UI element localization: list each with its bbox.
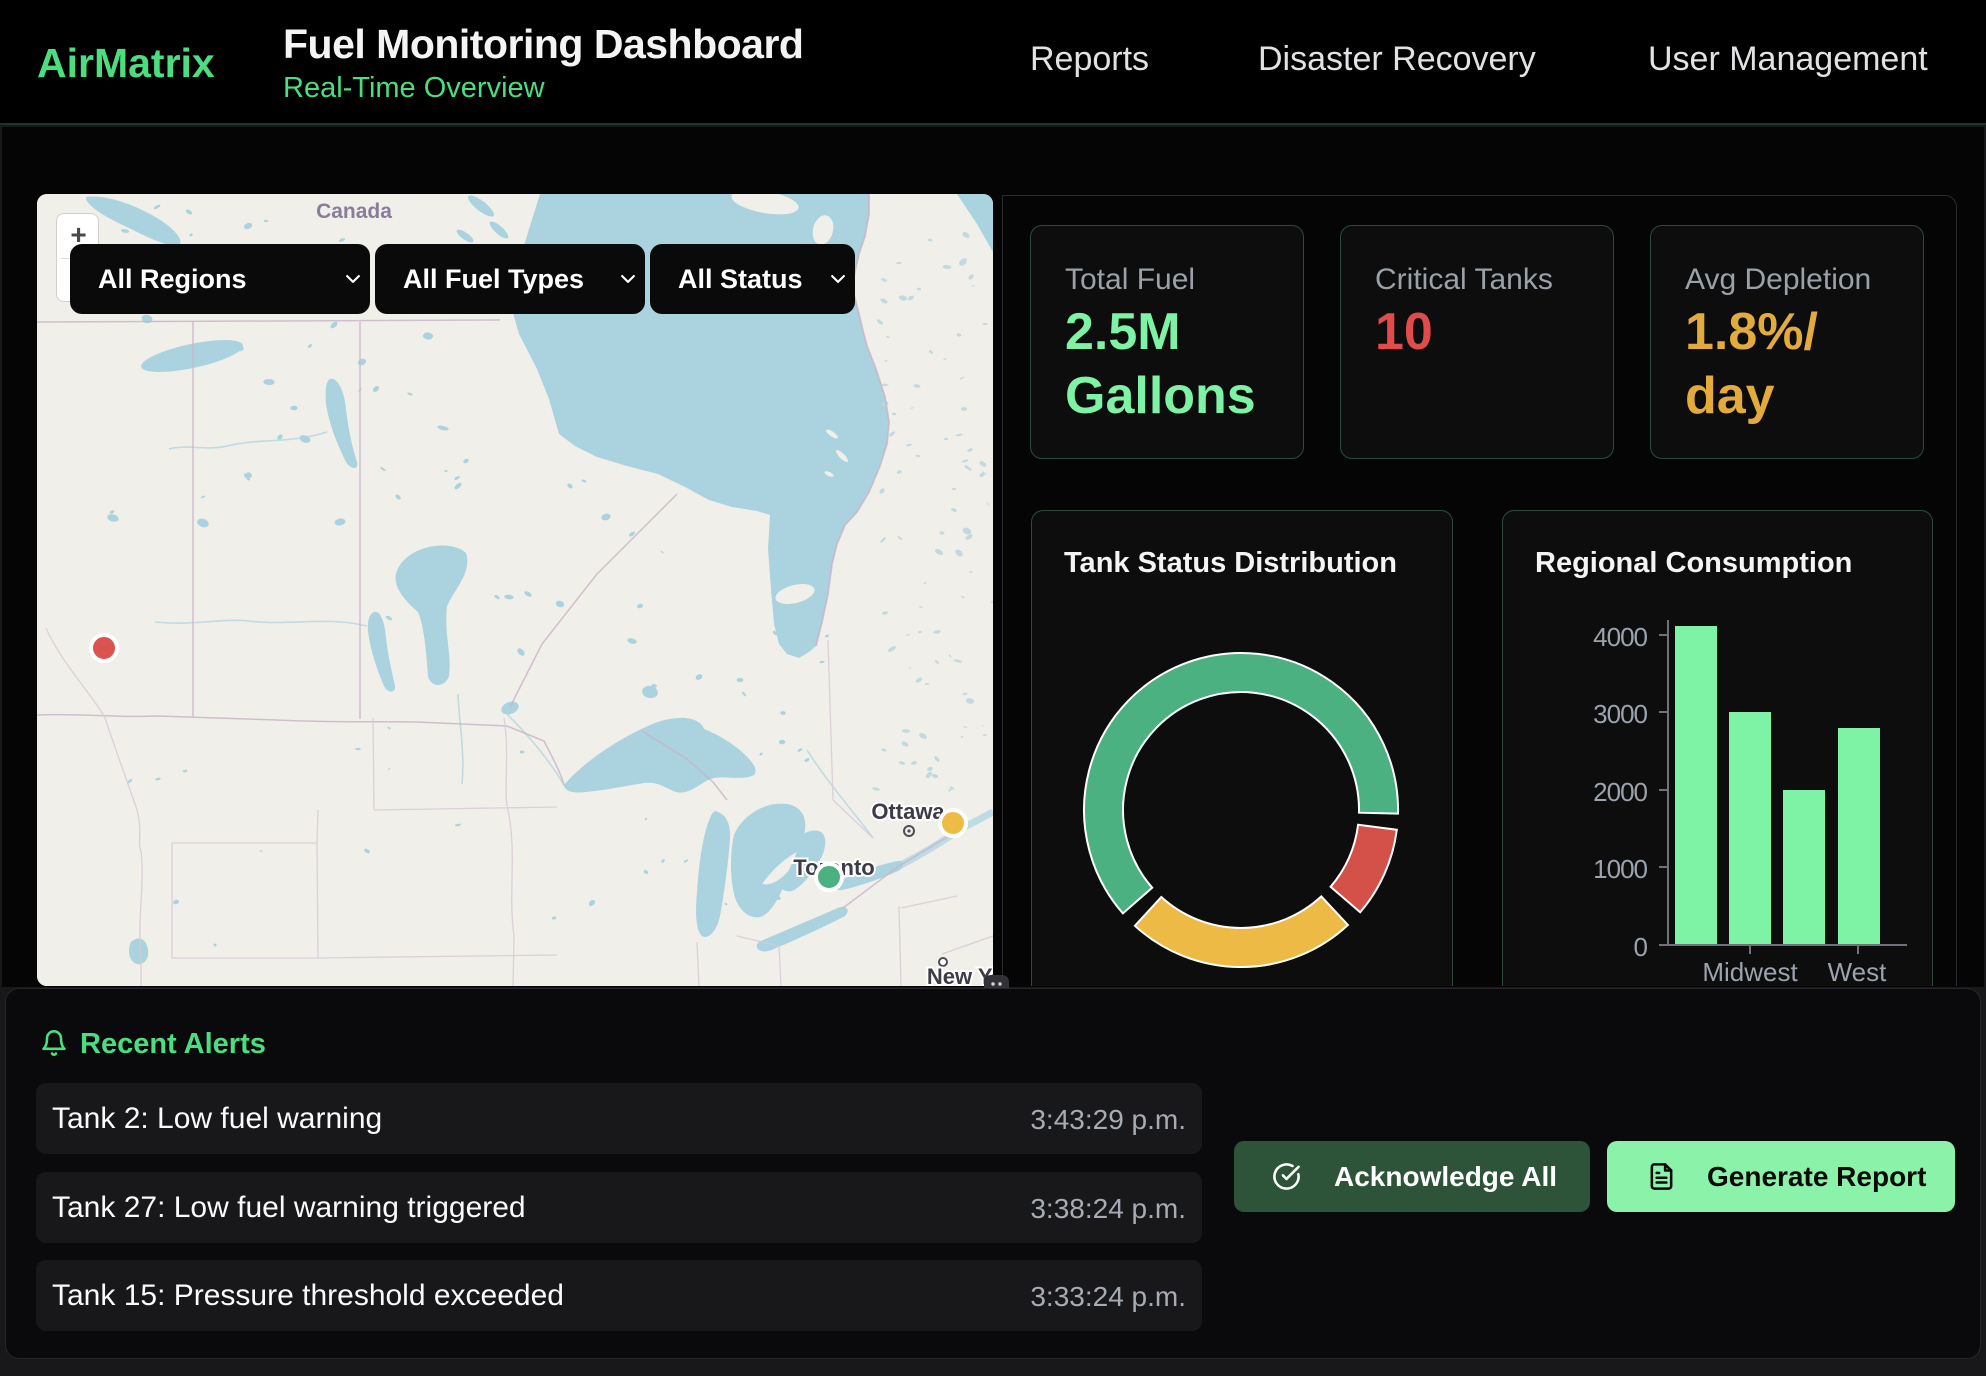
svg-text:Ottawa: Ottawa [871,799,945,824]
svg-text:Canada: Canada [316,200,392,223]
